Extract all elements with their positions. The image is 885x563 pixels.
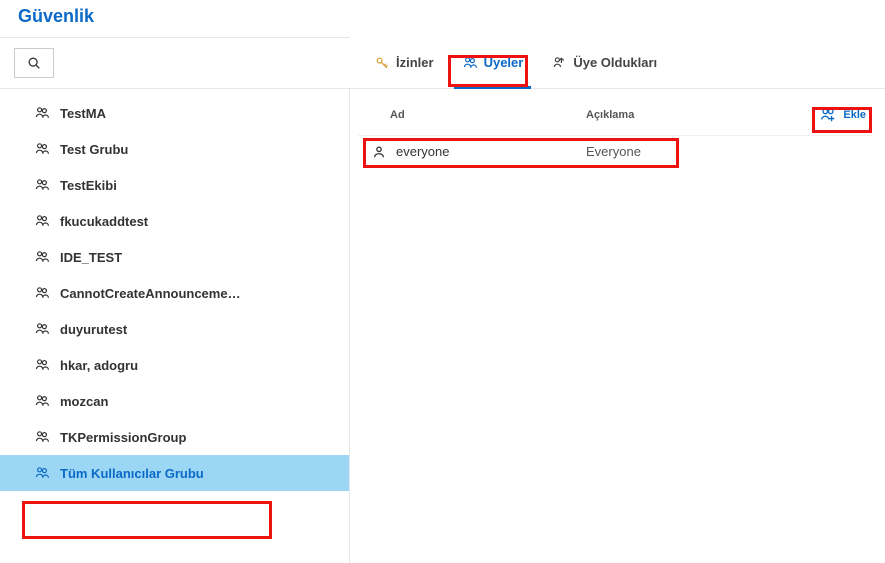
group-item[interactable]: Test Grubu bbox=[0, 131, 349, 167]
table-row[interactable]: everyone Everyone bbox=[358, 135, 873, 167]
group-label: IDE_TEST bbox=[60, 250, 122, 265]
group-list: TestMA Test Grubu TestEkibi fkucukaddtes… bbox=[0, 89, 350, 563]
group-item[interactable]: duyurutest bbox=[0, 311, 349, 347]
tab-member-of[interactable]: Üye Oldukları bbox=[537, 37, 671, 88]
group-label: CannotCreateAnnounceme… bbox=[60, 286, 241, 301]
members-icon bbox=[462, 55, 478, 71]
group-label: mozcan bbox=[60, 394, 108, 409]
column-name: Ad bbox=[366, 109, 586, 121]
user-add-icon bbox=[819, 106, 837, 124]
group-item[interactable]: mozcan bbox=[0, 383, 349, 419]
group-label: Tüm Kullanıcılar Grubu bbox=[60, 466, 204, 481]
table-header: Ad Açıklama Ekle bbox=[358, 97, 873, 135]
group-icon bbox=[34, 285, 50, 301]
group-item[interactable]: TKPermissionGroup bbox=[0, 419, 349, 455]
group-icon bbox=[34, 105, 50, 121]
group-icon bbox=[34, 393, 50, 409]
window-title: Güvenlik bbox=[18, 6, 94, 27]
group-icon bbox=[34, 213, 50, 229]
group-icon bbox=[34, 141, 50, 157]
group-item-selected[interactable]: Tüm Kullanıcılar Grubu bbox=[0, 455, 349, 491]
member-desc: Everyone bbox=[586, 144, 865, 159]
column-desc: Açıklama bbox=[586, 109, 812, 121]
group-icon bbox=[34, 321, 50, 337]
group-label: TestMA bbox=[60, 106, 106, 121]
tab-label: Üyeler bbox=[484, 55, 524, 70]
group-item[interactable]: IDE_TEST bbox=[0, 239, 349, 275]
group-label: fkucukaddtest bbox=[60, 214, 148, 229]
titlebar: Güvenlik bbox=[0, 0, 885, 37]
add-label: Ekle bbox=[843, 109, 866, 121]
group-icon bbox=[34, 177, 50, 193]
main: TestMA Test Grubu TestEkibi fkucukaddtes… bbox=[0, 89, 885, 563]
row-name: everyone bbox=[366, 144, 586, 159]
key-icon bbox=[374, 55, 390, 71]
member-of-icon bbox=[551, 55, 567, 71]
group-icon bbox=[34, 465, 50, 481]
group-item[interactable]: TestMA bbox=[0, 95, 349, 131]
search-input[interactable] bbox=[14, 48, 54, 78]
group-item[interactable]: CannotCreateAnnounceme… bbox=[0, 275, 349, 311]
group-label: TestEkibi bbox=[60, 178, 117, 193]
add-member-button[interactable]: Ekle bbox=[812, 103, 873, 127]
tab-label: Üye Oldukları bbox=[573, 55, 657, 70]
group-label: hkar, adogru bbox=[60, 358, 138, 373]
members-table: Ad Açıklama Ekle everyone Everyone bbox=[350, 89, 885, 167]
group-icon bbox=[34, 249, 50, 265]
tab-label: İzinler bbox=[396, 55, 434, 70]
group-item[interactable]: fkucukaddtest bbox=[0, 203, 349, 239]
tab-permissions[interactable]: İzinler bbox=[360, 37, 448, 88]
group-icon bbox=[34, 357, 50, 373]
tabs: İzinler Üyeler Üye Oldukları bbox=[350, 37, 885, 89]
group-label: Test Grubu bbox=[60, 142, 128, 157]
group-item[interactable]: hkar, adogru bbox=[0, 347, 349, 383]
group-item[interactable]: TestEkibi bbox=[0, 167, 349, 203]
search-icon bbox=[27, 56, 41, 70]
group-icon bbox=[34, 429, 50, 445]
user-icon bbox=[372, 145, 386, 159]
group-label: TKPermissionGroup bbox=[60, 430, 186, 445]
window-controls bbox=[835, 9, 871, 25]
group-label: duyurutest bbox=[60, 322, 127, 337]
content: İzinler Üyeler Üye Oldukları Ad Açıklama… bbox=[350, 89, 885, 563]
member-name: everyone bbox=[396, 144, 449, 159]
tab-members[interactable]: Üyeler bbox=[448, 37, 538, 88]
